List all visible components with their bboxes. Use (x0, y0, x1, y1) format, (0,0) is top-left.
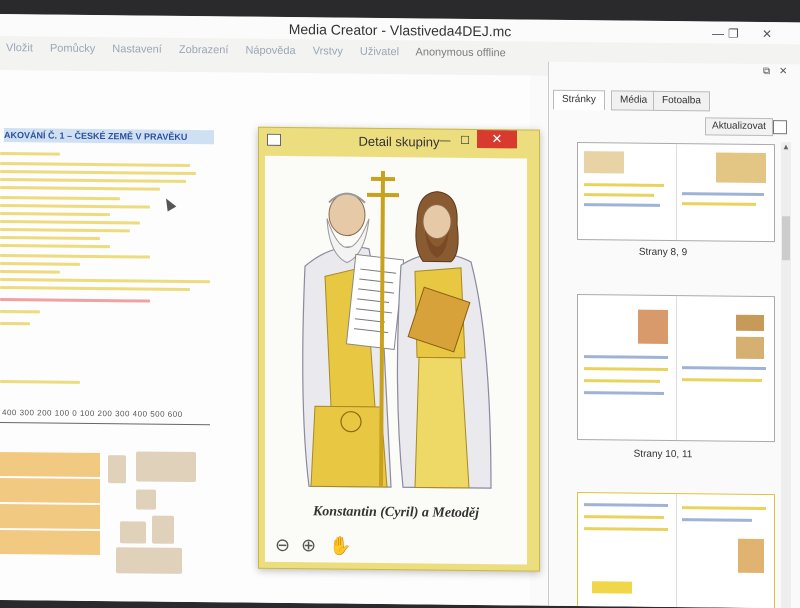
document-heading: AKOVÁNÍ Č. 1 – ČESKÉ ZEMĚ V PRAVĚKU (4, 128, 214, 144)
zoom-out-icon[interactable]: ⊖ (275, 535, 290, 556)
thumb-text (682, 378, 762, 382)
auto-refresh-checkbox[interactable] (773, 120, 787, 134)
popup-minimize-icon[interactable]: — (435, 132, 455, 150)
tab-fotoalba[interactable]: Fotoalba (653, 91, 710, 112)
timeline: 400 300 200 100 0 100 200 300 400 500 60… (0, 408, 212, 440)
menu-item-pomucky[interactable]: Pomůcky (50, 43, 95, 55)
panel-close-icon[interactable]: ✕ (779, 66, 787, 77)
window-title: Media Creator - Vlastiveda4DEJ.mc (289, 21, 512, 39)
thumb-text (584, 515, 664, 519)
page-thumbnail[interactable] (577, 294, 775, 442)
menu-item-nastaveni[interactable]: Nastavení (112, 43, 162, 56)
group-detail-window[interactable]: Detail skupiny — ☐ ✕ (258, 127, 540, 572)
maximize-icon[interactable]: ❐ (728, 22, 739, 46)
thumb-image (736, 337, 764, 359)
thumb-text (682, 506, 766, 510)
thumb-text (584, 527, 668, 531)
scroll-up-icon[interactable]: ▲ (781, 142, 791, 151)
image-caption: Konstantin (Cyril) a Metoděj (265, 504, 527, 523)
scrollbar-thumb[interactable] (782, 216, 790, 260)
panel-scrollbar[interactable]: ▲ (781, 142, 791, 608)
scene-image[interactable] (116, 547, 182, 574)
popup-maximize-icon[interactable]: ☐ (455, 132, 475, 150)
thumb-text (682, 192, 764, 196)
pin-icon[interactable]: ⧉ (763, 66, 770, 77)
menu-item-uzivatel[interactable]: Uživatel (360, 46, 399, 58)
page-label: Strany 10, 11 (553, 448, 773, 461)
thumb-text (682, 202, 756, 206)
screen: Media Creator - Vlastiveda4DEJ.mc — ❐ ✕ … (0, 14, 800, 608)
menu-item-vrstvy[interactable]: Vrstvy (313, 45, 343, 57)
thumb-image (592, 581, 632, 593)
pages-panel: ⧉ ✕ Stránky Média Fotoalba Aktualizovat (548, 62, 800, 608)
thumb-image (584, 151, 624, 173)
period-bands (0, 452, 100, 583)
minimize-icon[interactable]: — (712, 21, 724, 45)
hand-icon[interactable]: ✋ (329, 535, 351, 556)
text-line (0, 152, 60, 156)
page-right (676, 144, 774, 241)
thumb-text (584, 503, 668, 507)
menu-bar: Vložit Pomůcky Nastavení Zobrazení Nápov… (0, 38, 560, 64)
menu-item-zobrazeni[interactable]: Zobrazení (179, 44, 229, 57)
page-thumbnail[interactable] (577, 492, 775, 608)
thumb-image (736, 315, 764, 331)
tab-media[interactable]: Média (611, 90, 656, 110)
thumb-text (584, 379, 660, 383)
artifact-image[interactable] (152, 516, 174, 544)
page-left (578, 295, 677, 440)
thumb-text (584, 367, 668, 371)
timeline-axis (0, 422, 210, 425)
refresh-button[interactable]: Aktualizovat (705, 117, 773, 136)
text-line (0, 310, 40, 313)
text-line (0, 322, 30, 325)
artifact-image[interactable] (108, 455, 126, 483)
thumb-image (638, 310, 668, 344)
thumb-image (716, 152, 766, 183)
page-left (578, 143, 677, 240)
thumb-text (584, 203, 660, 207)
animal-image[interactable] (120, 521, 146, 543)
period-band (0, 530, 100, 555)
thumb-text (584, 355, 668, 359)
thumb-text (682, 518, 752, 522)
period-band (0, 504, 100, 529)
page-right (676, 494, 774, 608)
user-status: Anonymous offline (415, 46, 505, 59)
artifact-image[interactable] (136, 489, 156, 509)
text-line (0, 270, 60, 274)
popup-content: Konstantin (Cyril) a Metoděj ⊖ ⊕ ✋ (265, 156, 527, 565)
page-thumbnails: Strany 8, 9 Strany 10, 11 (553, 140, 779, 608)
thumb-text (584, 193, 654, 197)
tab-stranky[interactable]: Stránky (553, 90, 605, 111)
menu-item-vlozit[interactable]: Vložit (6, 42, 33, 54)
thumb-text (682, 366, 766, 370)
timeline-numbers: 400 300 200 100 0 100 200 300 400 500 60… (2, 408, 183, 419)
page-thumbnail[interactable] (577, 142, 775, 242)
panel-tabs: Stránky Média Fotoalba (553, 90, 793, 111)
page-left (578, 493, 677, 608)
scene-image[interactable] (136, 451, 196, 482)
thumb-image (738, 539, 764, 573)
period-band (0, 478, 100, 503)
period-band (0, 452, 100, 477)
popup-close-button[interactable]: ✕ (477, 130, 517, 148)
thumb-text (584, 391, 664, 395)
page-label: Strany 8, 9 (553, 246, 773, 259)
close-icon[interactable]: ✕ (762, 22, 772, 46)
thumb-text (584, 183, 664, 187)
menu-item-napoveda[interactable]: Nápověda (245, 45, 295, 58)
zoom-in-icon[interactable]: ⊕ (301, 535, 316, 556)
page-right (676, 296, 774, 441)
